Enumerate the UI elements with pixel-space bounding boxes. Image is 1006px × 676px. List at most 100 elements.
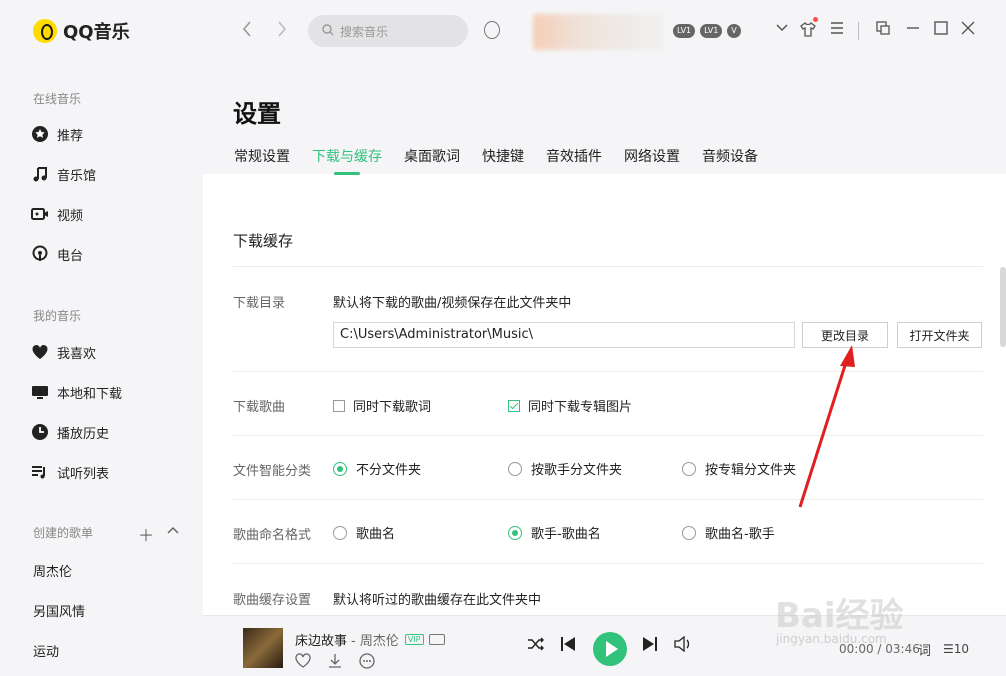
sidebar-item-recommend[interactable]: 推荐 bbox=[31, 122, 83, 146]
open-folder-button[interactable]: 打开文件夹 bbox=[897, 322, 982, 348]
radio[interactable] bbox=[682, 461, 696, 476]
level-badge: LV1 bbox=[700, 24, 723, 38]
name-song-option[interactable]: 歌曲名 bbox=[333, 523, 395, 542]
download-album-art-option[interactable]: 同时下载专辑图片 bbox=[508, 396, 632, 415]
song-artist[interactable]: - 周杰伦 bbox=[351, 630, 399, 649]
song-actions bbox=[295, 653, 375, 673]
radio-checked[interactable] bbox=[333, 461, 347, 476]
name-song-artist-option[interactable]: 歌曲名-歌手 bbox=[682, 523, 775, 542]
play-button[interactable] bbox=[593, 632, 627, 666]
mv-icon[interactable] bbox=[428, 634, 445, 645]
maximize-icon[interactable] bbox=[934, 21, 948, 39]
download-lyrics-option[interactable]: 同时下载歌词 bbox=[333, 396, 431, 415]
sidebar-item-label: 本地和下载 bbox=[57, 386, 123, 402]
option-label: 歌曲名 bbox=[356, 527, 396, 542]
playlist-item[interactable]: 运动 bbox=[33, 641, 59, 660]
like-icon[interactable] bbox=[295, 653, 311, 673]
volume-icon[interactable] bbox=[674, 635, 692, 656]
song-title[interactable]: 床边故事 bbox=[295, 630, 347, 649]
tab-download-cache[interactable]: 下载与缓存 bbox=[312, 146, 382, 175]
menu-icon[interactable] bbox=[830, 21, 844, 39]
tab-general[interactable]: 常规设置 bbox=[234, 146, 290, 166]
option-label: 歌手-歌曲名 bbox=[531, 527, 601, 542]
close-icon[interactable] bbox=[961, 21, 975, 39]
option-label: 按专辑分文件夹 bbox=[705, 463, 797, 478]
name-artist-song-option[interactable]: 歌手-歌曲名 bbox=[508, 523, 601, 542]
tab-sound-plugins[interactable]: 音效插件 bbox=[546, 146, 602, 166]
checkbox[interactable] bbox=[333, 399, 345, 412]
user-avatar[interactable] bbox=[533, 14, 663, 50]
sidebar-item-music-hall[interactable]: 音乐馆 bbox=[31, 162, 96, 186]
watermark-url: jingyan.baidu.com bbox=[776, 632, 887, 646]
by-album-option[interactable]: 按专辑分文件夹 bbox=[682, 459, 796, 478]
tab-audio-device[interactable]: 音频设备 bbox=[702, 146, 758, 166]
chevron-down-icon[interactable] bbox=[775, 21, 789, 39]
app-name: QQ音乐 bbox=[63, 22, 130, 43]
collapse-icon[interactable] bbox=[166, 522, 180, 546]
no-folder-option[interactable]: 不分文件夹 bbox=[333, 459, 421, 478]
monitor-icon bbox=[31, 383, 49, 401]
qq-music-logo-icon bbox=[33, 19, 57, 43]
settings-header: 设置 常规设置 下载与缓存 桌面歌词 快捷键 音效插件 网络设置 音频设备 bbox=[203, 64, 1006, 175]
forward-icon[interactable] bbox=[276, 20, 288, 43]
tab-shortcuts[interactable]: 快捷键 bbox=[482, 146, 524, 166]
radio-checked[interactable] bbox=[508, 525, 522, 540]
mini-mode-icon[interactable] bbox=[876, 21, 890, 39]
scrollbar[interactable] bbox=[1000, 267, 1006, 347]
download-icon[interactable] bbox=[327, 653, 343, 673]
page-title: 设置 bbox=[233, 100, 281, 128]
search-input[interactable]: 搜索音乐 bbox=[308, 15, 468, 47]
clock-icon bbox=[31, 423, 49, 441]
sidebar-item-trial-list[interactable]: 试听列表 bbox=[31, 460, 109, 484]
checkbox-checked[interactable] bbox=[508, 399, 520, 412]
playlist-item[interactable]: 周杰伦 bbox=[33, 561, 72, 580]
next-icon[interactable] bbox=[642, 636, 658, 656]
change-directory-button[interactable]: 更改目录 bbox=[802, 322, 888, 348]
playlist-count-button[interactable]: ☰10 bbox=[943, 642, 969, 656]
tab-desktop-lyrics[interactable]: 桌面歌词 bbox=[404, 146, 460, 166]
voice-search-icon[interactable] bbox=[484, 21, 500, 39]
sidebar-item-label: 推荐 bbox=[57, 128, 84, 144]
settings-tabs: 常规设置 下载与缓存 桌面歌词 快捷键 音效插件 网络设置 音频设备 bbox=[234, 146, 780, 175]
search-icon bbox=[322, 23, 334, 39]
shuffle-icon[interactable] bbox=[527, 636, 545, 656]
by-artist-option[interactable]: 按歌手分文件夹 bbox=[508, 459, 622, 478]
tab-network[interactable]: 网络设置 bbox=[624, 146, 680, 166]
sidebar-item-radio[interactable]: 电台 bbox=[31, 242, 83, 266]
sidebar-item-local-download[interactable]: 本地和下载 bbox=[31, 380, 122, 404]
divider bbox=[858, 22, 859, 40]
radio[interactable] bbox=[333, 525, 347, 540]
album-cover[interactable] bbox=[243, 628, 283, 668]
download-dir-desc: 默认将下载的歌曲/视频保存在此文件夹中 bbox=[333, 296, 572, 311]
now-playing: 床边故事 - 周杰伦 VIP bbox=[295, 630, 445, 649]
topbar: 搜索音乐 LV1 LV1 V bbox=[203, 0, 1006, 64]
sidebar-item-video[interactable]: 视频 bbox=[31, 202, 83, 226]
sidebar-item-history[interactable]: 播放历史 bbox=[31, 420, 109, 444]
playlist-icon bbox=[31, 463, 49, 481]
sidebar-item-label: 音乐馆 bbox=[57, 168, 97, 184]
sidebar-item-label: 电台 bbox=[57, 248, 84, 264]
option-label: 不分文件夹 bbox=[356, 463, 422, 478]
created-playlists-title: 创建的歌单 bbox=[33, 526, 94, 540]
previous-icon[interactable] bbox=[560, 636, 576, 656]
heart-icon bbox=[31, 343, 49, 361]
radio[interactable] bbox=[682, 525, 696, 540]
download-songs-label: 下载歌曲 bbox=[233, 400, 286, 415]
back-icon[interactable] bbox=[241, 20, 253, 43]
radio[interactable] bbox=[508, 461, 522, 476]
notification-dot bbox=[813, 17, 818, 22]
search-placeholder: 搜索音乐 bbox=[340, 24, 389, 39]
logo[interactable]: QQ音乐 bbox=[33, 18, 130, 44]
star-icon bbox=[31, 125, 49, 143]
more-icon[interactable] bbox=[359, 653, 375, 673]
lyrics-button[interactable]: 词 bbox=[918, 640, 931, 659]
playlist-actions: ＋ bbox=[138, 522, 180, 546]
sidebar-item-favorites[interactable]: 我喜欢 bbox=[31, 340, 96, 364]
playlist-item[interactable]: 另国风情 bbox=[33, 601, 85, 620]
add-playlist-icon[interactable]: ＋ bbox=[138, 522, 154, 546]
minimize-icon[interactable] bbox=[906, 21, 920, 39]
divider bbox=[233, 435, 983, 436]
option-label: 按歌手分文件夹 bbox=[531, 463, 623, 478]
skin-icon[interactable] bbox=[800, 21, 816, 41]
download-path-field[interactable]: C:\Users\Administrator\Music\ bbox=[333, 322, 795, 348]
